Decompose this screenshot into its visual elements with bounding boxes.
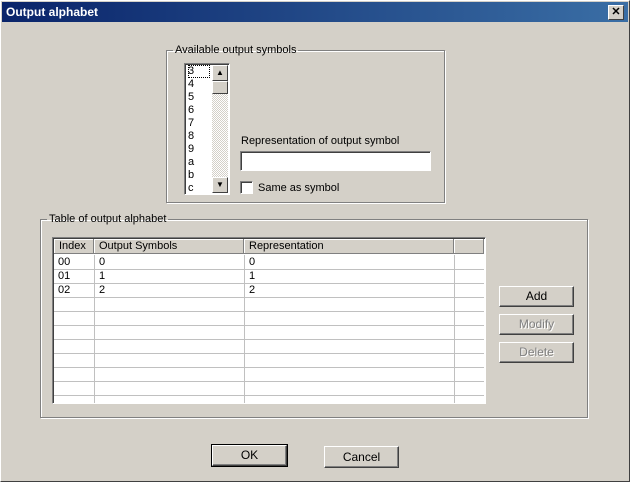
table-row[interactable] — [54, 381, 484, 396]
symbol-list-item[interactable]: 3 — [188, 65, 210, 78]
symbol-list-item[interactable]: b — [188, 169, 212, 182]
scroll-thumb[interactable] — [212, 81, 228, 94]
column-header-filler — [454, 239, 484, 254]
output-symbol-cell: 2 — [99, 284, 106, 296]
representation-cell: 2 — [249, 284, 256, 296]
table-header: Index Output Symbols Representation — [54, 239, 484, 255]
symbol-list-item[interactable]: a — [188, 156, 212, 169]
add-button[interactable]: Add — [499, 286, 574, 307]
dialog-title: Output alphabet — [6, 5, 98, 19]
scroll-up-button[interactable]: ▲ — [212, 65, 228, 81]
representation-label: Representation of output symbol — [241, 135, 400, 147]
table-row[interactable] — [54, 325, 484, 340]
cancel-button[interactable]: Cancel — [324, 446, 399, 468]
symbol-list-item[interactable]: c — [188, 182, 212, 194]
scroll-up-arrow-icon: ▲ — [216, 68, 224, 77]
close-icon: ✕ — [611, 6, 621, 18]
available-symbols-listbox[interactable]: 3456789abc ▲ ▼ — [184, 63, 230, 195]
index-cell: 00 — [58, 256, 71, 268]
table-row[interactable]: 02 2 2 — [54, 283, 484, 298]
title-bar[interactable]: Output alphabet ✕ — [2, 2, 628, 22]
scroll-down-arrow-icon: ▼ — [216, 180, 224, 189]
symbol-list-item[interactable]: 7 — [188, 117, 212, 130]
table-group-legend: Table of output alphabet — [49, 213, 167, 225]
table-row[interactable] — [54, 311, 484, 326]
output-symbol-cell: 1 — [99, 270, 106, 282]
modify-button[interactable]: Modify — [499, 314, 574, 335]
symbol-list-item[interactable]: 5 — [188, 91, 212, 104]
same-as-symbol-label[interactable]: Same as symbol — [258, 182, 339, 194]
output-symbol-cell: 0 — [99, 256, 106, 268]
table-row[interactable] — [54, 297, 484, 312]
representation-input[interactable] — [240, 151, 431, 171]
output-alphabet-table[interactable]: Index Output Symbols Representation 00 0 0… — [52, 237, 486, 404]
same-as-symbol-checkbox[interactable] — [240, 181, 253, 194]
representation-cell: 1 — [249, 270, 256, 282]
symbol-list-item[interactable]: 8 — [188, 130, 212, 143]
column-divider — [244, 255, 245, 403]
index-cell: 01 — [58, 270, 71, 282]
output-alphabet-dialog: Output alphabet ✕ Available output symbo… — [0, 0, 630, 482]
column-header-index[interactable]: Index — [54, 239, 94, 254]
representation-cell: 0 — [249, 256, 256, 268]
symbol-list-item[interactable]: 9 — [188, 143, 212, 156]
table-row[interactable] — [54, 339, 484, 354]
delete-button[interactable]: Delete — [499, 342, 574, 363]
index-cell: 02 — [58, 284, 71, 296]
close-button[interactable]: ✕ — [608, 5, 624, 20]
available-symbols-legend: Available output symbols — [175, 44, 297, 56]
column-header-output-symbols[interactable]: Output Symbols — [94, 239, 244, 254]
listbox-scrollbar[interactable]: ▲ ▼ — [212, 65, 228, 193]
symbol-list-item[interactable]: 6 — [188, 104, 212, 117]
table-row[interactable]: 01 1 1 — [54, 269, 484, 284]
column-header-representation[interactable]: Representation — [244, 239, 454, 254]
scroll-down-button[interactable]: ▼ — [212, 177, 228, 193]
table-row[interactable] — [54, 367, 484, 382]
column-divider — [94, 255, 95, 403]
ok-button[interactable]: OK — [211, 444, 288, 467]
table-row[interactable]: 00 0 0 — [54, 255, 484, 270]
symbol-list-item[interactable]: 4 — [188, 78, 212, 91]
column-divider — [454, 255, 455, 403]
table-row[interactable] — [54, 353, 484, 368]
symbol-list: 3456789abc — [188, 65, 212, 194]
